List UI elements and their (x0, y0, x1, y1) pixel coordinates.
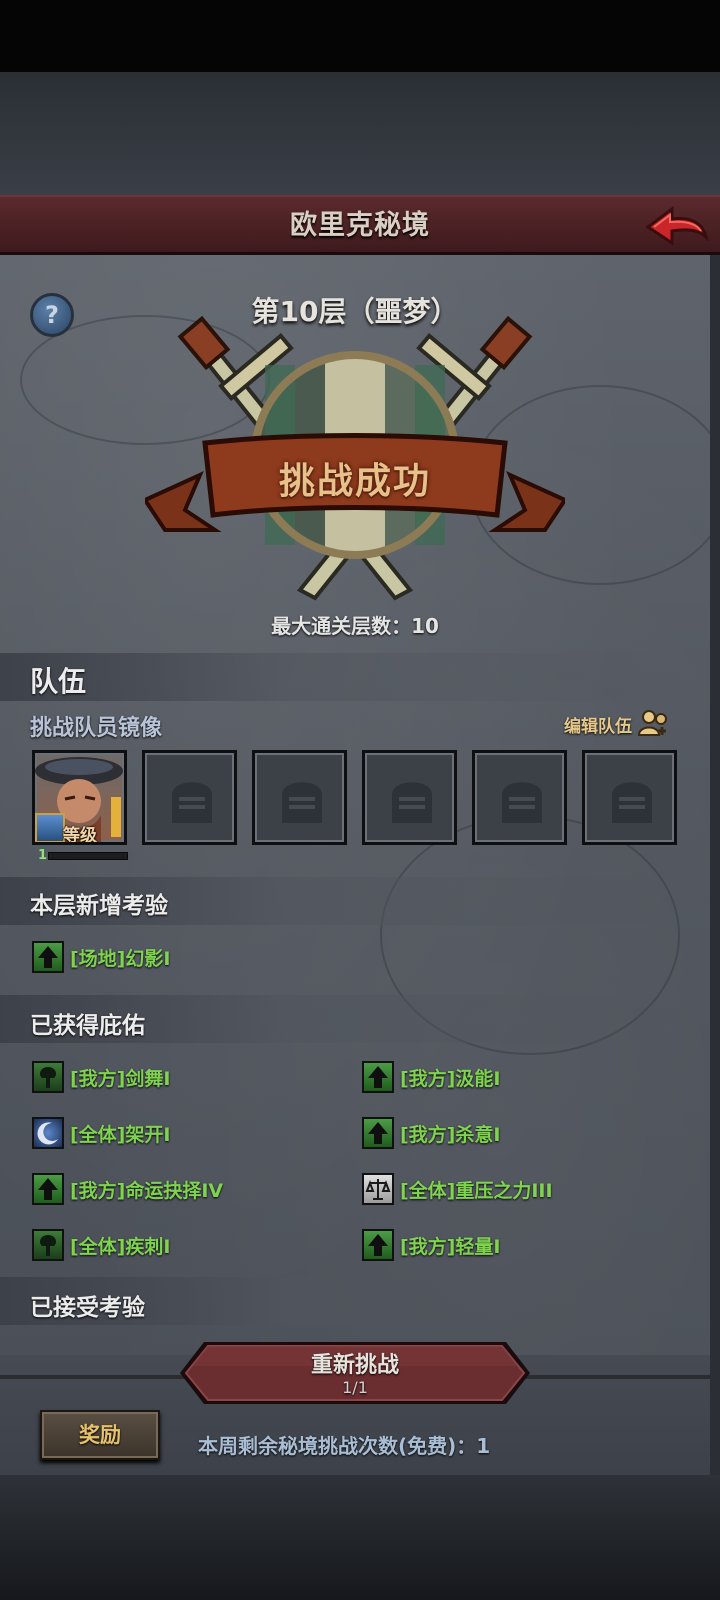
team-subtitle: 挑战队员镜像 (30, 716, 163, 741)
moon-icon (32, 1117, 64, 1149)
arrow-up-icon (362, 1229, 394, 1261)
blessing-label: [我方]汲能I (400, 1067, 501, 1090)
team-users-icon (638, 710, 667, 736)
page-title: 欧里克秘境 (290, 210, 430, 241)
scale-icon (362, 1173, 394, 1205)
blessing-item[interactable]: [我方]剑舞I (32, 1061, 170, 1093)
empty-slot[interactable] (252, 750, 347, 845)
blessing-item[interactable]: [全体]重压之力III (362, 1173, 553, 1205)
status-bar-area (0, 0, 720, 72)
arrow-up-icon (362, 1061, 394, 1093)
trial-label: [场地]幻影I (70, 947, 171, 970)
victory-banner-text: 挑战成功 (278, 461, 431, 502)
blessing-label: [我方]轻量I (400, 1235, 501, 1258)
top-backdrop (0, 72, 720, 195)
edit-team-label: 编辑队伍 (564, 716, 632, 737)
blessing-label: [我方]剑舞I (70, 1067, 171, 1090)
retry-count: 1/1 (342, 1378, 368, 1397)
helmet-icon (392, 782, 432, 823)
blessing-item[interactable]: [我方]命运抉择IV (32, 1173, 223, 1205)
empty-slot[interactable] (142, 750, 237, 845)
empty-slot[interactable] (472, 750, 567, 845)
retry-label: 重新挑战 (310, 1353, 399, 1378)
blessing-label: [全体]重压之力III (400, 1179, 553, 1202)
section-bar (0, 653, 710, 701)
blessing-label: [我方]命运抉择IV (70, 1179, 224, 1202)
arrow-up-icon (32, 1173, 64, 1205)
blessing-item[interactable]: [我方]杀意I (362, 1117, 500, 1149)
blessings-title: 已获得庇佑 (30, 1013, 145, 1039)
tree-icon (32, 1061, 64, 1093)
trial-item[interactable]: [场地]幻影I (32, 941, 170, 973)
helmet-icon (612, 782, 652, 823)
hero-level: 等级150 (63, 826, 97, 845)
weekly-attempts: 本周剩余秘境挑战次数(免费)：1 (198, 1434, 491, 1458)
panel-edge (710, 255, 720, 1475)
class-icon (35, 813, 65, 842)
blessing-label: [全体]架开I (70, 1123, 171, 1146)
empty-slot[interactable] (362, 750, 457, 845)
helmet-icon (282, 782, 322, 823)
blessing-label: [全体]疾刺I (70, 1235, 171, 1258)
team-section-title: 队伍 (30, 665, 87, 698)
hero-exp-bar (48, 852, 128, 860)
hero-star: 1 (38, 848, 48, 863)
blessing-label: [我方]杀意I (400, 1123, 501, 1146)
accepted-trials-title: 已接受考验 (30, 1295, 145, 1321)
empty-slot[interactable] (582, 750, 677, 845)
blessing-item[interactable]: [我方]汲能I (362, 1061, 500, 1093)
blessing-item[interactable]: [全体]架开I (32, 1117, 170, 1149)
arrow-up-icon (362, 1117, 394, 1149)
helmet-icon (502, 782, 542, 823)
reward-button[interactable]: 奖励 (40, 1410, 160, 1460)
hero-slot[interactable]: 等级150 (32, 750, 127, 845)
max-floor-label: 最大通关层数：10 (271, 614, 439, 638)
helmet-icon (172, 782, 212, 823)
arrow-up-icon (32, 941, 64, 973)
edit-team-button[interactable]: 编辑队伍 (564, 707, 672, 741)
new-trials-title: 本层新增考验 (30, 893, 168, 919)
bottom-backdrop (0, 1475, 720, 1600)
main-panel: ? 第10层（噩梦） 挑战成功 最大通关层数：10 队伍 挑战队员镜像 编辑队伍… (0, 255, 710, 1475)
blessing-item[interactable]: [全体]疾刺I (32, 1229, 170, 1261)
tree-icon (32, 1229, 64, 1261)
back-arrow-icon[interactable] (644, 203, 710, 251)
blessing-item[interactable]: [我方]轻量I (362, 1229, 500, 1261)
header-bar: 欧里克秘境 (0, 195, 720, 255)
